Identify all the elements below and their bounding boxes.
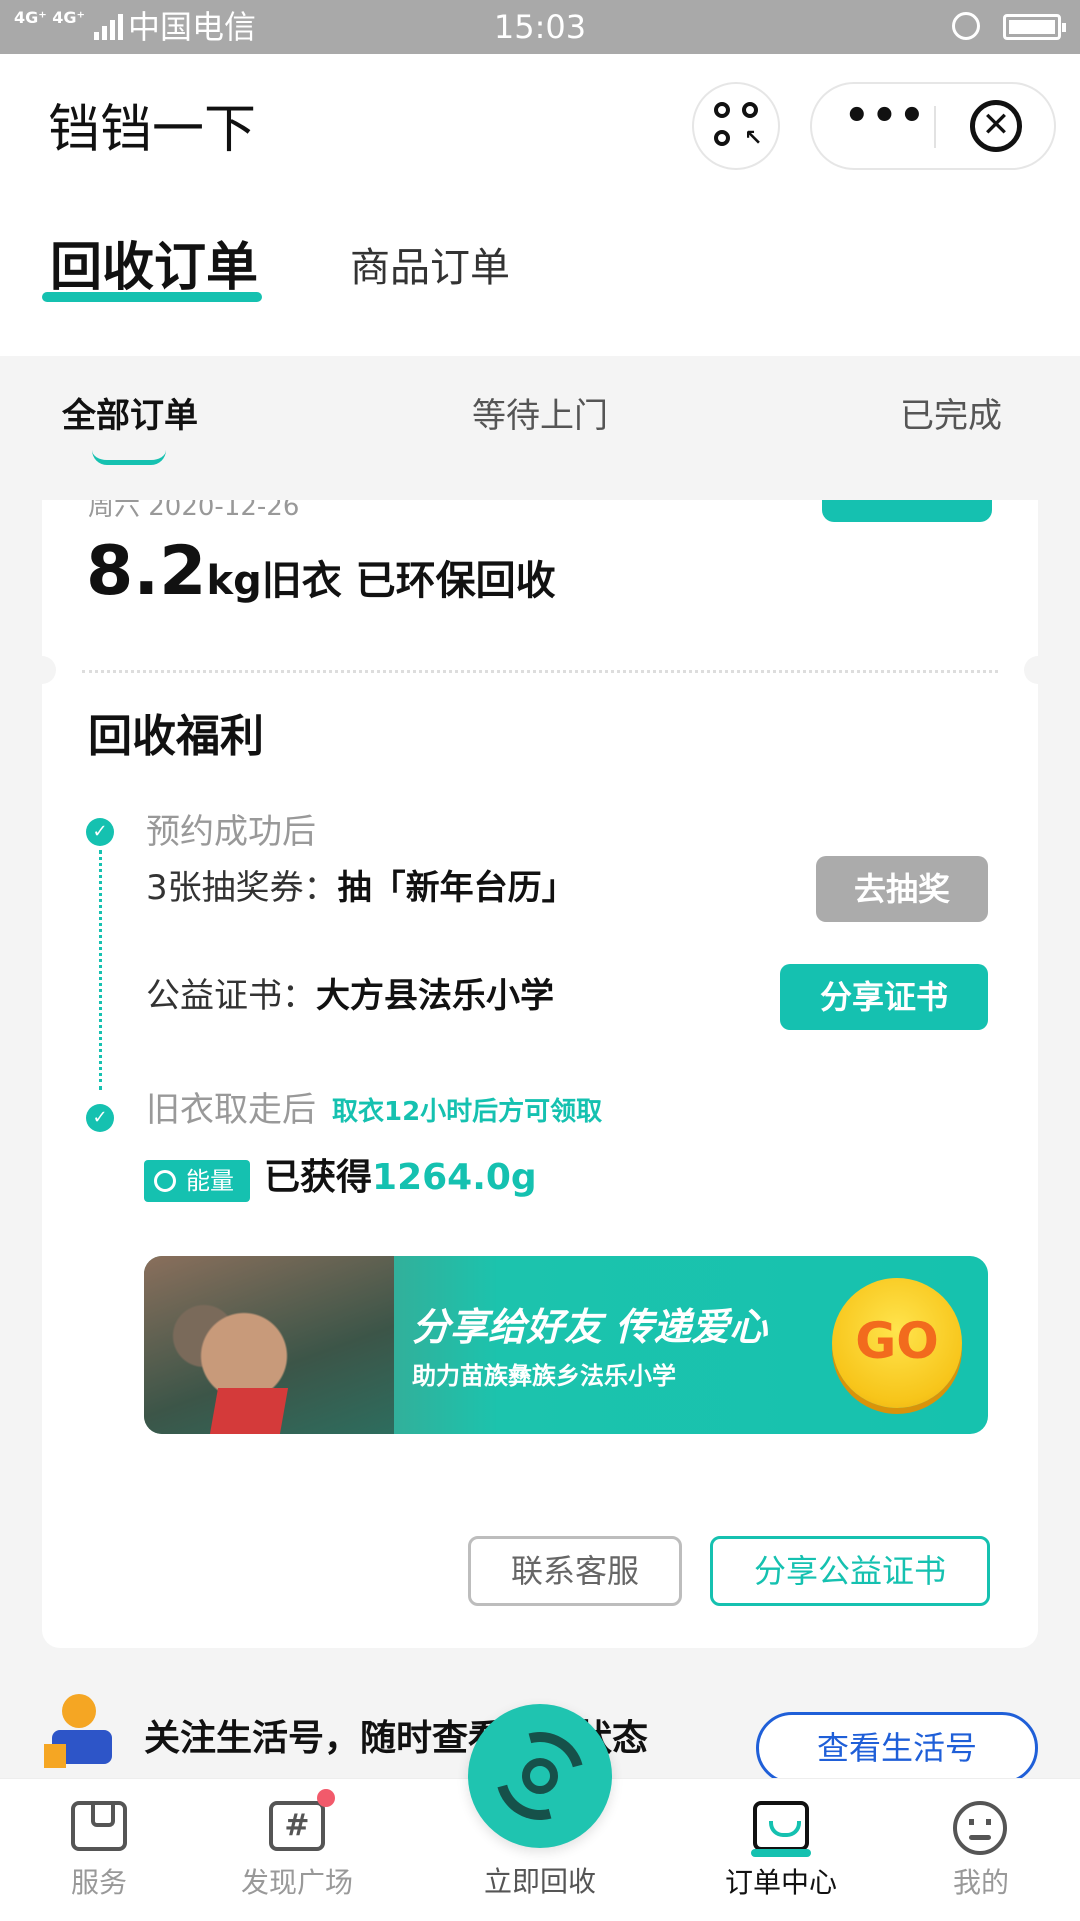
tab-all-orders[interactable]: 全部订单 bbox=[62, 394, 198, 465]
children-photo bbox=[144, 1256, 394, 1434]
tab-awaiting-pickup[interactable]: 等待上门 bbox=[472, 394, 608, 438]
timeline-line bbox=[99, 850, 102, 1090]
nav-profile[interactable]: 我的 bbox=[896, 1779, 1066, 1921]
certificate-row: 公益证书：大方县法乐小学 bbox=[146, 974, 554, 1018]
share-charity-certificate-button[interactable]: 分享公益证书 bbox=[710, 1536, 990, 1606]
recycle-now-button[interactable] bbox=[468, 1704, 612, 1848]
tab-completed[interactable]: 已完成 bbox=[900, 394, 1002, 438]
scan-icon bbox=[714, 102, 730, 118]
energy-earned: 已获得1264.0g bbox=[264, 1154, 537, 1202]
recycled-weight: 8.2kg旧衣 已环保回收 bbox=[86, 536, 556, 608]
draw-lottery-button[interactable]: 去抽奖 bbox=[816, 856, 988, 922]
tab-indicator bbox=[92, 450, 166, 465]
nav-order-center[interactable]: 订单中心 bbox=[696, 1779, 866, 1921]
contact-service-button[interactable]: 联系客服 bbox=[468, 1536, 682, 1606]
nav-label: 服务 bbox=[70, 1866, 127, 1899]
nav-label: 订单中心 bbox=[724, 1866, 837, 1899]
capsule-menu: ••• ✕ bbox=[810, 82, 1056, 170]
card-notch-left bbox=[42, 656, 56, 684]
weight-value: 8.2 bbox=[86, 532, 207, 611]
tab-underline bbox=[42, 292, 263, 302]
notification-dot bbox=[317, 1789, 335, 1807]
go-button[interactable]: GO bbox=[832, 1278, 962, 1408]
recycle-now-label[interactable]: 立即回收 bbox=[440, 1862, 640, 1902]
benefits-title: 回收福利 bbox=[88, 711, 264, 762]
face-icon bbox=[953, 1801, 1007, 1855]
nav-label: 我的 bbox=[952, 1866, 1009, 1899]
battery-icon bbox=[1003, 14, 1066, 40]
courier-icon bbox=[44, 1690, 124, 1780]
lottery-label: 3张抽奖券： bbox=[146, 868, 338, 908]
card-divider bbox=[82, 670, 998, 673]
banner-title: 分享给好友 传递爱心 bbox=[412, 1305, 768, 1349]
hashtag-icon: # bbox=[269, 1789, 335, 1851]
check-icon: ✓ bbox=[86, 818, 114, 846]
tab-label: 回收订单 bbox=[50, 238, 259, 298]
card-notch-right bbox=[1024, 656, 1038, 684]
order-filter-tabs: 全部订单 等待上门 已完成 bbox=[0, 356, 1080, 496]
order-date: 周六 2020-12-26 bbox=[88, 500, 300, 522]
energy-icon bbox=[154, 1170, 176, 1192]
banner-subtitle: 助力苗族彝族乡法乐小学 bbox=[412, 1362, 676, 1390]
view-life-account-button[interactable]: 查看生活号 bbox=[756, 1712, 1038, 1784]
shopping-bag-icon bbox=[751, 1801, 811, 1857]
order-status-button[interactable] bbox=[822, 500, 992, 522]
check-icon: ✓ bbox=[86, 1104, 114, 1132]
energy-badge-label: 能量 bbox=[186, 1167, 234, 1195]
app-title: 铛铛一下 bbox=[48, 100, 257, 160]
weight-unit: kg bbox=[206, 558, 262, 604]
mini-app-header: 铛铛一下 ↖ ••• ✕ 回收订单 商品订单 bbox=[0, 54, 1080, 356]
lottery-value: 抽「新年台历」 bbox=[337, 868, 576, 908]
energy-value: 1264.0g bbox=[372, 1157, 537, 1198]
scan-button[interactable]: ↖ bbox=[692, 82, 780, 170]
tab-label: 全部订单 bbox=[62, 396, 198, 436]
energy-prefix: 已获得 bbox=[264, 1157, 373, 1198]
book-icon bbox=[71, 1801, 127, 1851]
energy-badge: 能量 bbox=[144, 1160, 250, 1202]
certificate-value: 大方县法乐小学 bbox=[316, 976, 554, 1016]
close-icon[interactable]: ✕ bbox=[970, 100, 1022, 152]
order-card: 周六 2020-12-26 8.2kg旧衣 已环保回收 回收福利 ✓ 预约成功后… bbox=[42, 500, 1038, 1648]
alarm-icon bbox=[952, 12, 980, 40]
more-icon[interactable]: ••• bbox=[844, 96, 927, 136]
nav-services[interactable]: 服务 bbox=[14, 1779, 184, 1921]
certificate-label: 公益证书： bbox=[146, 976, 316, 1016]
nav-discover[interactable]: # 发现广场 bbox=[212, 1779, 382, 1921]
status-bar: 4G⁺ 4G⁺ 中国电信 15:03 bbox=[0, 0, 1080, 54]
lottery-row: 3张抽奖券：抽「新年台历」 bbox=[146, 866, 576, 910]
tab-recycle-orders[interactable]: 回收订单 bbox=[42, 238, 263, 302]
weight-text: 旧衣 已环保回收 bbox=[261, 558, 556, 604]
capsule-divider bbox=[934, 106, 936, 148]
go-label: GO bbox=[855, 1312, 939, 1370]
step-label-booked: 预约成功后 bbox=[146, 812, 316, 852]
step-label-picked-up: 旧衣取走后 bbox=[146, 1090, 316, 1130]
share-love-banner[interactable]: 分享给好友 传递爱心 助力苗族彝族乡法乐小学 GO bbox=[144, 1256, 988, 1434]
clock: 15:03 bbox=[493, 8, 587, 46]
tab-goods-orders[interactable]: 商品订单 bbox=[350, 240, 510, 296]
share-certificate-button[interactable]: 分享证书 bbox=[780, 964, 988, 1030]
nav-label: 发现广场 bbox=[240, 1866, 353, 1899]
pickup-note: 取衣12小时后方可领取 bbox=[332, 1097, 603, 1127]
